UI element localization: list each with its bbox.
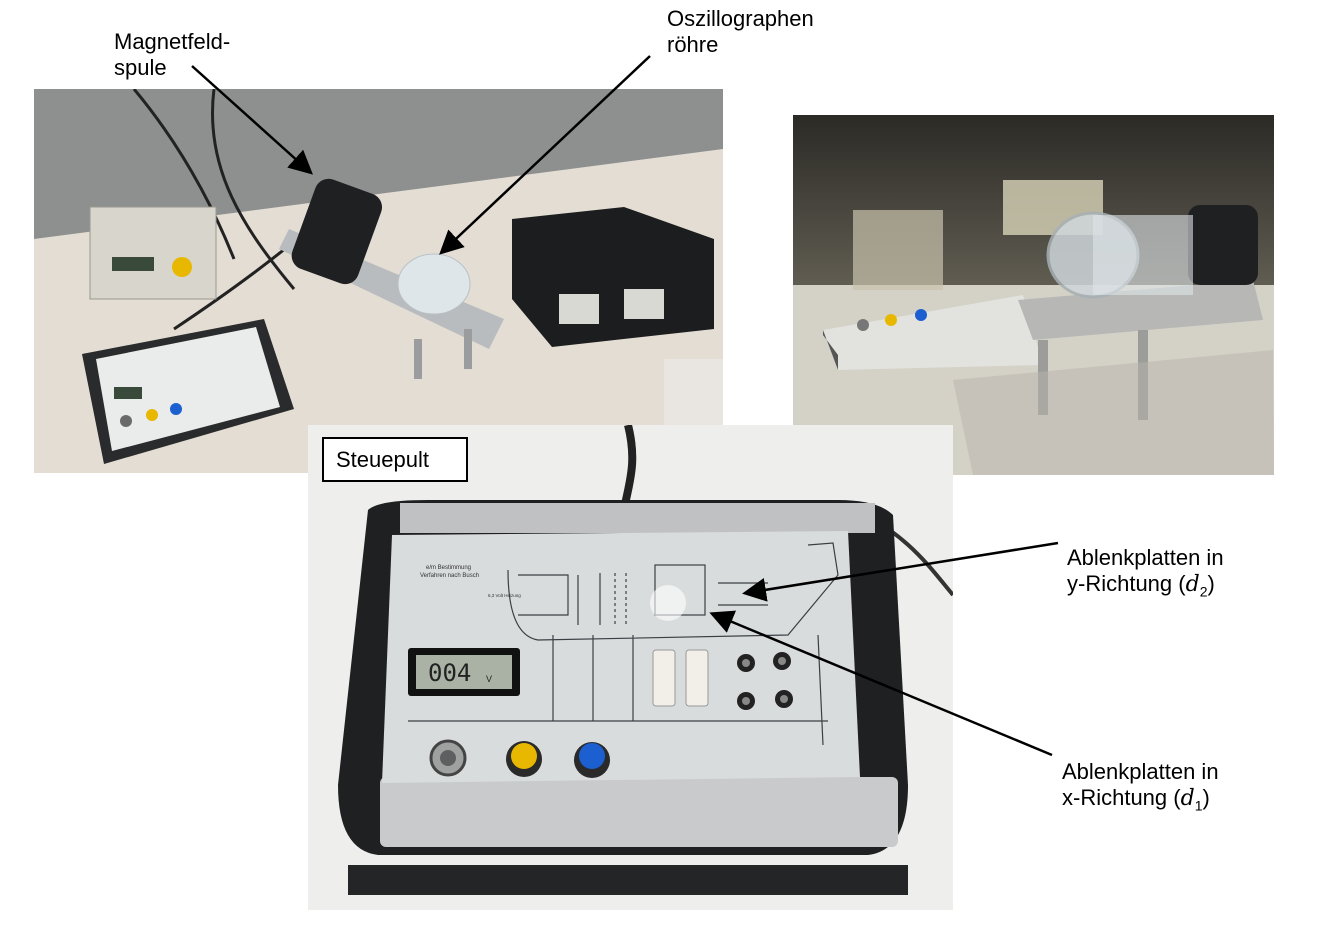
- heater-label: 6,3 Volt Heizung: [488, 593, 521, 598]
- magnetfeldspule-label: Magnetfeld- spule: [114, 29, 231, 80]
- ablenkplatten-y-close: ): [1207, 571, 1215, 596]
- toggle-switch-2[interactable]: [685, 649, 709, 707]
- d2-var: d: [1185, 572, 1200, 597]
- voltmeter-value: 004: [428, 659, 471, 687]
- d1-var: d: [1180, 786, 1195, 811]
- photo-control-panel: e/m Bestimmung Verfahren nach Busch 6,3 …: [308, 425, 953, 910]
- power-supply-left: [89, 206, 217, 300]
- photo-tube-closeup: [793, 115, 1274, 475]
- steuerpult-label: Steuepult: [322, 437, 468, 482]
- ablenkplatten-y-label: Ablenkplatten in y-Richtung (d2): [1067, 519, 1224, 604]
- knob-yellow[interactable]: [506, 741, 542, 777]
- photo-apparatus-overview: [34, 89, 723, 473]
- panel-title-line1: e/m Bestimmung: [426, 565, 471, 571]
- ablenkplatten-x-close: ): [1202, 785, 1210, 810]
- knob-left[interactable]: [429, 739, 467, 777]
- knob-blue[interactable]: [574, 742, 610, 778]
- ablenkplatten-x-label: Ablenkplatten in x-Richtung (d1): [1062, 733, 1219, 818]
- toggle-switch-1[interactable]: [652, 649, 676, 707]
- voltmeter-unit: V: [486, 674, 492, 684]
- panel-title-line2: Verfahren nach Busch: [420, 573, 479, 579]
- oszillographenroehre-label: Oszillographen röhre: [667, 6, 814, 57]
- digital-voltmeter: 004 V: [408, 648, 520, 696]
